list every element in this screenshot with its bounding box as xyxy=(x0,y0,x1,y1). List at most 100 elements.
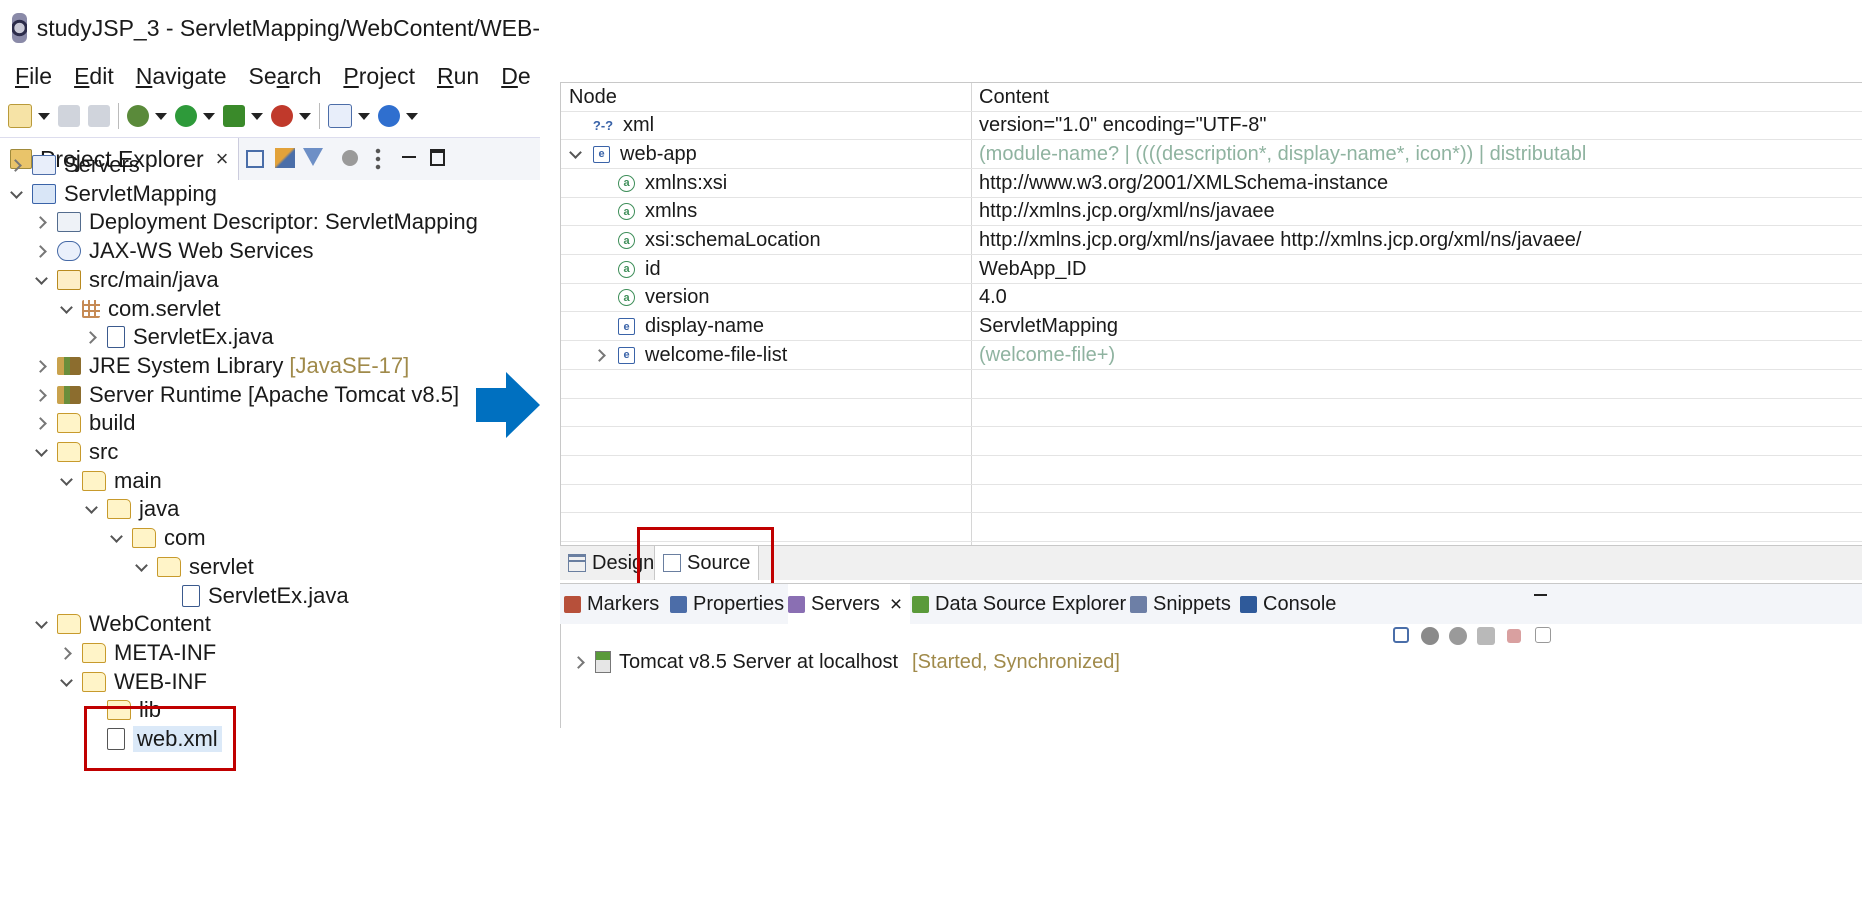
close-icon[interactable]: × xyxy=(890,593,902,617)
menu-item-mnemonic: D xyxy=(501,62,518,89)
chevron-right-icon[interactable] xyxy=(35,416,49,430)
chevron-down-icon[interactable] xyxy=(110,531,124,545)
chevron-down-icon[interactable] xyxy=(35,273,49,287)
external-tools-dropdown-icon[interactable] xyxy=(299,112,311,120)
save-all-icon[interactable] xyxy=(88,105,110,127)
node-content[interactable]: (welcome-file+) xyxy=(979,341,1115,369)
view-menu-icon[interactable] xyxy=(375,147,381,171)
server-status: [Started, Synchronized] xyxy=(912,650,1120,673)
maximize-icon[interactable] xyxy=(430,149,445,166)
publish-icon[interactable] xyxy=(1535,627,1551,643)
chevron-right-icon[interactable] xyxy=(35,215,49,229)
node-content[interactable]: http://xmlns.jcp.org/xml/ns/javaee http:… xyxy=(979,227,1581,255)
chevron-right-icon[interactable] xyxy=(35,359,49,373)
run-last-dropdown-icon[interactable] xyxy=(251,112,263,120)
save-icon[interactable] xyxy=(58,105,80,127)
chevron-down-icon[interactable] xyxy=(60,302,74,316)
column-header-node[interactable]: Node xyxy=(569,83,617,111)
collapse-all-icon[interactable] xyxy=(1393,627,1409,643)
menu-item[interactable]: Search xyxy=(249,63,322,90)
tab-label: Markers xyxy=(587,592,660,615)
focus-icon[interactable] xyxy=(342,150,358,166)
xml-node-row[interactable]: a xmlns http://xmlns.jcp.org/xml/ns/javaee xyxy=(561,198,1862,227)
node-content[interactable]: ServletMapping xyxy=(979,313,1118,341)
new-wizard-icon[interactable] xyxy=(8,104,32,128)
external-tools-icon[interactable] xyxy=(271,105,293,127)
menu-item[interactable]: Edit xyxy=(74,63,114,90)
debug-dropdown-icon[interactable] xyxy=(155,112,167,120)
new-server-dropdown-icon[interactable] xyxy=(358,112,370,120)
profile-server-icon[interactable] xyxy=(1477,627,1495,645)
debug-icon[interactable] xyxy=(127,105,149,127)
tab-markers[interactable]: Markers xyxy=(564,584,667,624)
node-content[interactable]: 4.0 xyxy=(979,284,1007,312)
minimize-icon[interactable] xyxy=(1534,594,1547,596)
xml-node-row[interactable]: a xsi:schemaLocation http://xmlns.jcp.org/… xyxy=(561,227,1862,256)
stop-server-icon[interactable] xyxy=(1507,629,1521,643)
pkg-icon xyxy=(82,299,100,318)
chevron-down-icon[interactable] xyxy=(35,445,49,459)
menu-item[interactable]: De xyxy=(501,63,530,90)
chevron-right-icon[interactable] xyxy=(60,646,74,660)
link-with-editor-icon[interactable] xyxy=(275,148,295,168)
chevron-down-icon[interactable] xyxy=(85,502,99,516)
node-content[interactable]: (module-name? | ((((description*, displa… xyxy=(979,140,1586,168)
tab-data-source-explorer[interactable]: Data Source Explorer xyxy=(912,584,1134,624)
chevron-right-icon[interactable] xyxy=(85,330,99,344)
chevron-right-icon[interactable] xyxy=(10,158,24,172)
tab-properties[interactable]: Properties xyxy=(670,584,792,624)
tab-label: Snippets xyxy=(1153,592,1231,615)
debug-server-icon[interactable] xyxy=(1421,627,1439,645)
xml-node-row[interactable]: a id WebApp_ID xyxy=(561,255,1862,284)
chevron-down-icon[interactable] xyxy=(35,617,49,631)
xml-node-row[interactable]: e welcome-file-list (welcome-file+) xyxy=(561,341,1862,370)
chevron-right-icon[interactable] xyxy=(35,244,49,258)
collapse-all-icon[interactable] xyxy=(246,150,264,168)
node-content[interactable]: http://www.w3.org/2001/XMLSchema-instanc… xyxy=(979,169,1388,197)
new-server-icon[interactable] xyxy=(328,104,352,128)
xml-node-row[interactable]: a xmlns:xsi http://www.w3.org/2001/XMLSche… xyxy=(561,169,1862,198)
node-content[interactable]: WebApp_ID xyxy=(979,255,1086,283)
chevron-right-icon[interactable] xyxy=(35,388,49,402)
node-name: display-name xyxy=(645,315,764,338)
run-dropdown-icon[interactable] xyxy=(203,112,215,120)
run-icon[interactable] xyxy=(175,105,197,127)
menu-item[interactable]: Project xyxy=(343,63,415,90)
xml-node-row[interactable]: e display-name ServletMapping xyxy=(561,313,1862,342)
chevron-down-icon[interactable] xyxy=(10,187,24,201)
chevron-down-icon[interactable] xyxy=(60,474,74,488)
new-class-icon[interactable] xyxy=(378,105,400,127)
xml-node-row[interactable]: e web-app (module-name? | ((((description*… xyxy=(561,140,1862,169)
chevron-down-icon[interactable] xyxy=(135,560,149,574)
tab-console[interactable]: Console xyxy=(1240,584,1344,624)
menu-item[interactable]: Run xyxy=(437,63,479,90)
menu-item-text: ile xyxy=(29,62,53,89)
chevron-down-icon[interactable] xyxy=(569,147,583,161)
chevron-right-icon[interactable] xyxy=(573,655,587,669)
menu-item[interactable]: File xyxy=(15,63,52,90)
folder-icon xyxy=(157,556,181,577)
menu-item-mnemonic: E xyxy=(74,62,90,89)
node-content[interactable]: http://xmlns.jcp.org/xml/ns/javaee xyxy=(979,198,1275,226)
start-server-icon[interactable] xyxy=(1449,627,1467,645)
run-last-icon[interactable] xyxy=(223,105,245,127)
tab-servers[interactable]: Servers × xyxy=(788,584,911,625)
menu-item[interactable]: Navigate xyxy=(136,63,227,90)
tree-item-decoration: [JavaSE-17] xyxy=(289,352,410,378)
server-row[interactable]: Tomcat v8.5 Server at localhost [Started… xyxy=(573,648,1120,676)
filter-icon[interactable] xyxy=(303,148,323,166)
column-header-content[interactable]: Content xyxy=(979,83,1049,111)
tree-item-label: Servers xyxy=(64,152,140,177)
new-class-dropdown-icon[interactable] xyxy=(406,112,418,120)
tab-snippets[interactable]: Snippets xyxy=(1130,584,1239,624)
grid-header-row: Node Content xyxy=(561,83,1862,112)
xml-node-row[interactable]: ?-? xml version="1.0" encoding="UTF-8" xyxy=(561,112,1862,141)
chevron-down-icon[interactable] xyxy=(60,675,74,689)
xml-node-row[interactable]: a version 4.0 xyxy=(561,284,1862,313)
close-icon[interactable]: × xyxy=(216,146,229,172)
minimize-icon[interactable] xyxy=(402,156,416,158)
chevron-right-icon[interactable] xyxy=(594,348,608,362)
new-dropdown-icon[interactable] xyxy=(38,112,50,120)
node-content[interactable]: version="1.0" encoding="UTF-8" xyxy=(979,112,1266,140)
